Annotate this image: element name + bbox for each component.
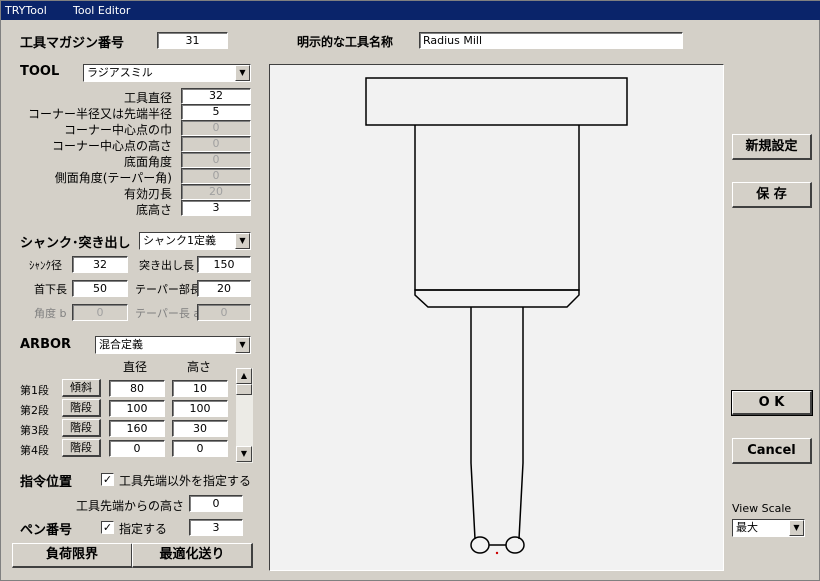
arbor-stage-shape [365, 77, 628, 126]
load-limit-button[interactable]: 負荷限界 [12, 543, 133, 568]
pen-number-label: ペン番号 [20, 523, 73, 538]
magazine-number-label: 工具マガジン番号 [20, 36, 125, 51]
scroll-up-icon[interactable]: ▲ [236, 368, 252, 384]
arbor-stage-label: 第4段 [20, 444, 49, 457]
app-name: TRYTool [5, 4, 47, 17]
tool-param-field: 0 [181, 152, 251, 168]
arbor-stage-type-button[interactable]: 階段 [62, 439, 101, 457]
optimize-feed-button[interactable]: 最適化送り [132, 543, 253, 568]
tool-param-label: 有効刃長 [123, 187, 172, 201]
neck-length-label: 首下長 [34, 283, 67, 296]
tool-param-label: コーナー中心点の高さ [51, 139, 172, 153]
pen-number-checkbox[interactable]: ✓ [101, 521, 114, 534]
view-scale-value: 最大 [736, 521, 758, 534]
window-title: Tool Editor [73, 4, 131, 17]
command-position-label: 指令位置 [20, 475, 73, 490]
chevron-down-icon[interactable]: ▼ [789, 520, 804, 536]
new-setting-button[interactable]: 新規設定 [732, 134, 812, 160]
scroll-thumb[interactable] [236, 384, 252, 395]
arbor-stage-label: 第1段 [20, 384, 49, 397]
tool-type-select[interactable]: ラジアスミル ▼ [83, 64, 251, 82]
protrusion-label: 突き出し長 [139, 259, 194, 272]
shank-diameter-field[interactable]: 32 [72, 256, 128, 273]
tool-param-field: 0 [181, 136, 251, 152]
arbor-stage-label: 第3段 [20, 424, 49, 437]
view-scale-label: View Scale [732, 502, 792, 515]
taper-part-label: テーパー部長 [135, 283, 201, 296]
arbor-height-field[interactable]: 10 [172, 380, 228, 397]
angle-b-field: 0 [72, 304, 128, 321]
save-button[interactable]: 保 存 [732, 182, 812, 208]
arbor-diameter-field[interactable]: 0 [109, 440, 165, 457]
command-position-checkbox[interactable]: ✓ [101, 473, 114, 486]
arbor-height-field[interactable]: 0 [172, 440, 228, 457]
arbor-height-field[interactable]: 30 [172, 420, 228, 437]
explicit-name-field[interactable]: Radius Mill [419, 32, 683, 49]
arbor-scrollbar[interactable]: ▲ ▼ [236, 368, 253, 463]
arbor-diameter-field[interactable]: 160 [109, 420, 165, 437]
corner-radius-right [505, 536, 525, 554]
protrusion-field[interactable]: 150 [197, 256, 251, 273]
taper-shape [414, 289, 580, 308]
tool-drawing [365, 77, 628, 555]
angle-b-label: 角度 b [34, 307, 67, 320]
neck-right-edge [518, 307, 524, 540]
chevron-down-icon[interactable]: ▼ [235, 65, 250, 81]
tool-param-label: 底面角度 [123, 155, 172, 169]
tool-label: TOOL [20, 64, 60, 79]
arbor-col-height: 高さ [187, 360, 212, 374]
pen-number-field[interactable]: 3 [189, 519, 243, 536]
taper-part-field[interactable]: 20 [197, 280, 251, 297]
view-scale-select[interactable]: 最大 ▼ [732, 519, 805, 537]
shank-body-shape [414, 125, 580, 291]
shank-diameter-label: ｼｬﾝｸ径 [29, 259, 62, 272]
arbor-col-diameter: 直径 [123, 360, 148, 374]
scroll-down-icon[interactable]: ▼ [236, 446, 252, 462]
tip-height-label: 工具先端からの高さ [76, 499, 185, 513]
chevron-down-icon[interactable]: ▼ [235, 337, 250, 353]
corner-radius-left [470, 536, 490, 554]
neck-length-field[interactable]: 50 [72, 280, 128, 297]
arbor-height-field[interactable]: 100 [172, 400, 228, 417]
shank-value: シャンク1定義 [143, 234, 216, 247]
tool-param-field: 0 [181, 120, 251, 136]
taper-length-label: テーパー長 a [135, 307, 201, 320]
tool-tip-marker [495, 551, 499, 555]
arbor-diameter-field[interactable]: 80 [109, 380, 165, 397]
tool-preview-canvas [269, 64, 724, 571]
tool-param-field[interactable]: 3 [181, 200, 251, 216]
chevron-down-icon[interactable]: ▼ [235, 233, 250, 249]
neck-left-edge [470, 307, 476, 540]
tool-editor-window: TRYTool Tool Editor 工具マガジン番号 31 明示的な工具名称… [0, 0, 820, 581]
arbor-value: 混合定義 [99, 338, 143, 351]
explicit-name-label: 明示的な工具名称 [297, 35, 394, 49]
cancel-button[interactable]: Cancel [732, 438, 812, 464]
taper-length-field: 0 [197, 304, 251, 321]
arbor-label: ARBOR [20, 337, 72, 352]
pen-number-checkbox-label: 指定する [119, 522, 168, 536]
tool-param-field[interactable]: 5 [181, 104, 251, 120]
shank-label: シャンク･突き出し [20, 236, 131, 251]
tool-param-label: 底高さ [135, 203, 172, 217]
tool-param-label: 側面角度(テーパー角) [54, 171, 172, 185]
shank-select[interactable]: シャンク1定義 ▼ [139, 232, 251, 250]
tool-param-field[interactable]: 32 [181, 88, 251, 104]
tool-param-label: コーナー中心点の巾 [63, 123, 172, 137]
arbor-diameter-field[interactable]: 100 [109, 400, 165, 417]
command-position-checkbox-label: 工具先端以外を指定する [119, 474, 252, 488]
arbor-stage-type-button[interactable]: 階段 [62, 419, 101, 437]
tip-height-field[interactable]: 0 [189, 495, 243, 512]
arbor-select[interactable]: 混合定義 ▼ [95, 336, 251, 354]
arbor-stage-type-button[interactable]: 階段 [62, 399, 101, 417]
tool-param-field: 0 [181, 168, 251, 184]
tool-param-label: 工具直径 [123, 91, 172, 105]
tool-type-value: ラジアスミル [87, 66, 153, 79]
ok-button[interactable]: O K [731, 390, 813, 416]
arbor-stage-type-button[interactable]: 傾斜 [62, 379, 101, 397]
tool-param-label: コーナー半径又は先端半径 [27, 107, 172, 121]
arbor-stage-label: 第2段 [20, 404, 49, 417]
title-bar: TRYTool Tool Editor [1, 1, 820, 20]
tool-param-field: 20 [181, 184, 251, 200]
magazine-number-field[interactable]: 31 [157, 32, 228, 49]
